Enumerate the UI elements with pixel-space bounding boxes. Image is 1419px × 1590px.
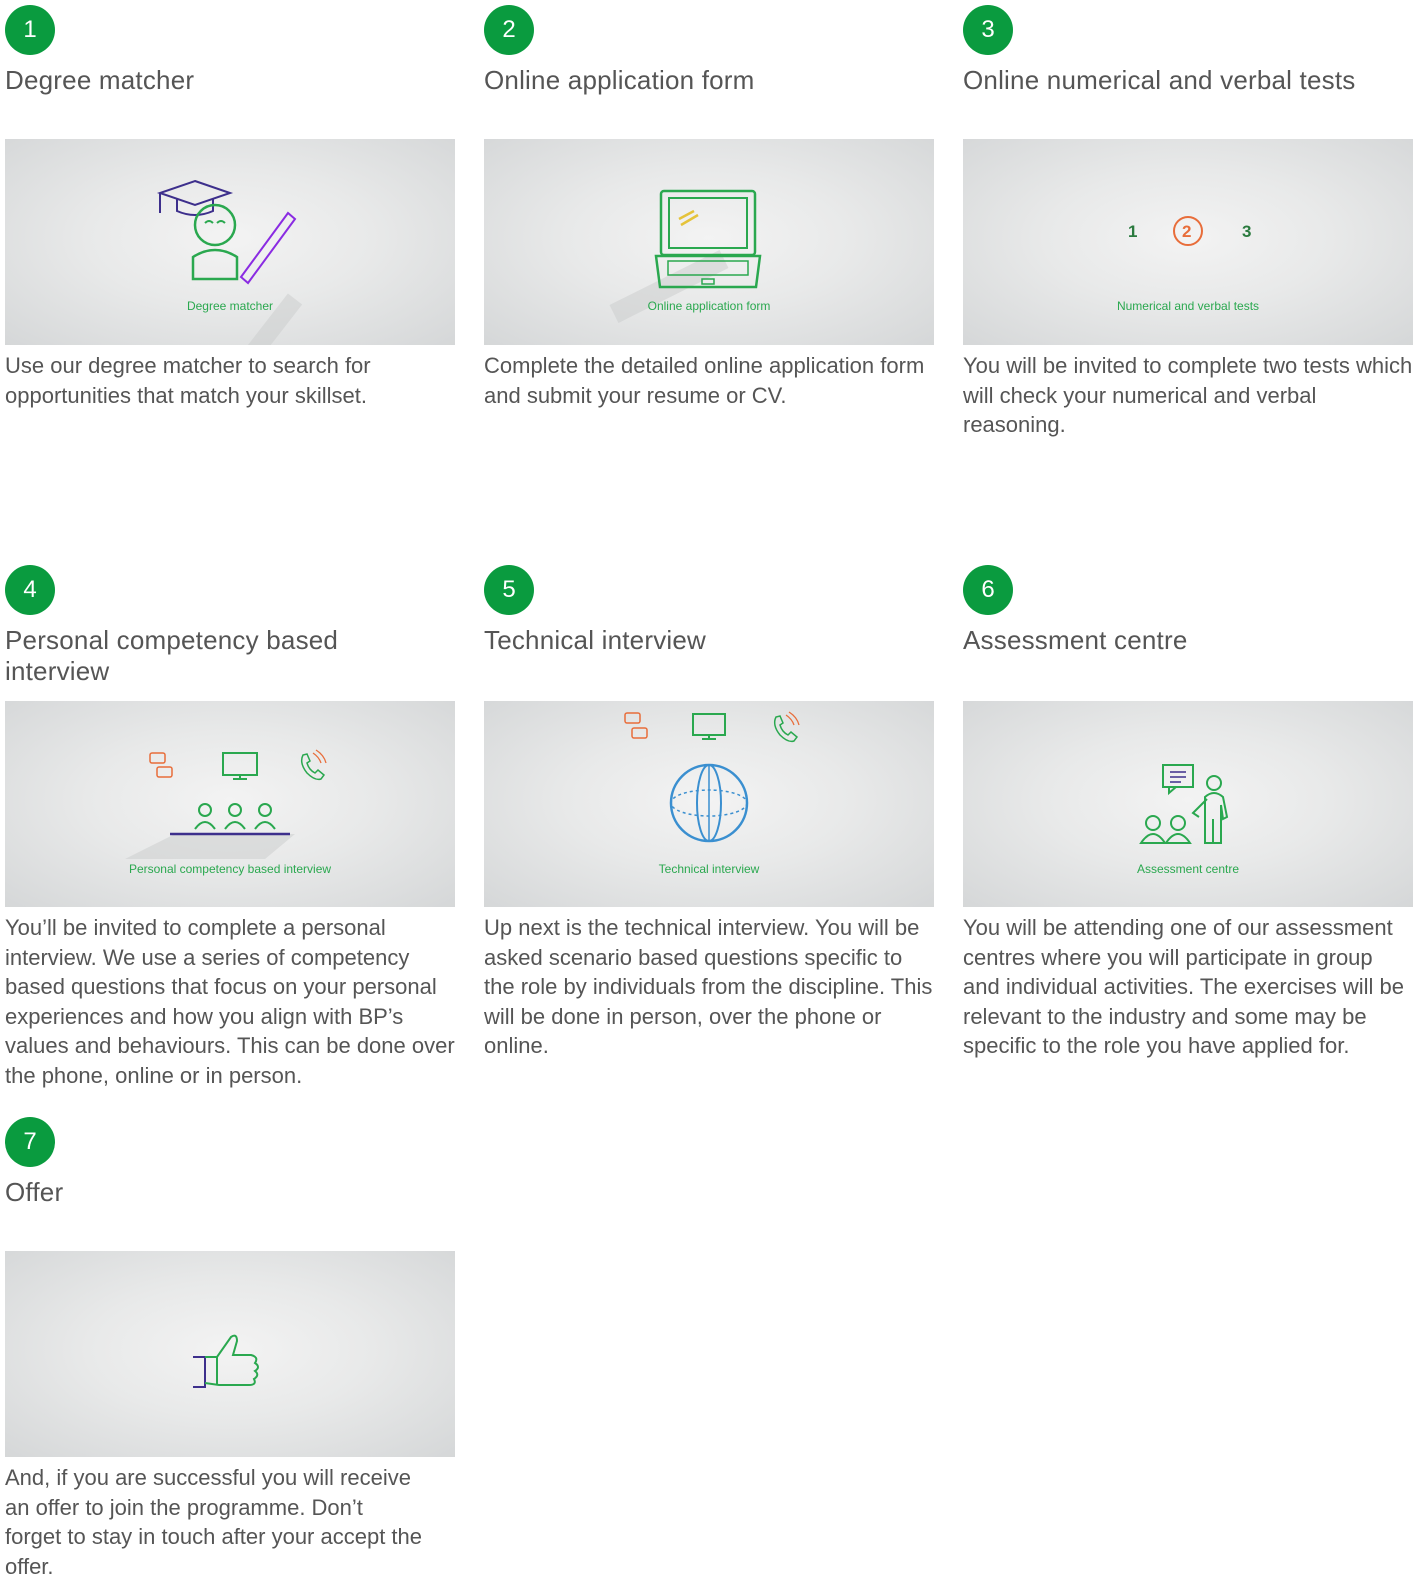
step-number-badge: 4 [5,565,55,615]
step-7: 7 Offer And, if you are successful you w… [5,1117,455,1587]
laptop-icon [609,189,762,323]
step-description: You will be attending one of our assessm… [963,915,1405,1058]
step-title: Technical interview [484,625,707,655]
step-description: You will be invited to complete two test… [963,353,1413,437]
numbers-icon: 1 2 3 [1128,216,1251,246]
image-caption: Online application form [647,299,771,313]
step-title: Online application form [484,65,755,95]
step-2: 2 Online application form Online applica… [484,5,934,425]
step-number-badge: 7 [5,1117,55,1167]
step-6: 6 Assessment centre Assessment centre Yo… [963,565,1413,1095]
step-image[interactable]: Online application form [484,139,934,345]
step-1: 1 Degree matcher Degree matcher Use our … [5,5,455,425]
step-4: 4 Personal competency based interview Pe… [5,565,455,1095]
step-number-badge: 5 [484,565,534,615]
step-image[interactable]: 1 2 3 Numerical and verbal tests [963,139,1413,345]
interview-panel-icon [125,749,327,859]
step-number-badge: 6 [963,565,1013,615]
step-title: Degree matcher [5,65,195,95]
step-image[interactable]: Personal competency based interview [5,701,455,907]
test-number-2: 2 [1182,222,1191,241]
image-caption: Numerical and verbal tests [1116,299,1260,313]
step-3: 3 Online numerical and verbal tests 1 2 … [963,5,1413,445]
step-title: Online numerical and verbal tests [963,65,1356,95]
step-description: Use our degree matcher to search for opp… [5,353,371,408]
image-caption: Degree matcher [186,299,274,313]
step-5: 5 Technical interview Technical intervie… [484,565,934,1065]
test-number-1: 1 [1128,222,1137,241]
step-title: Offer [5,1177,64,1207]
test-number-3: 3 [1242,222,1251,241]
globe-icon [624,711,800,843]
step-description: You’ll be invited to complete a personal… [5,915,455,1088]
thumbs-up-icon [193,1334,259,1388]
graduate-icon [156,179,303,345]
step-image[interactable]: Technical interview [484,701,934,907]
step-title: Personal competency based interview [5,625,339,686]
step-description: Complete the detailed online application… [484,353,925,408]
image-caption: Personal competency based interview [128,862,332,876]
presenter-icon [1139,764,1229,844]
step-title: Assessment centre [963,625,1188,655]
step-number-badge: 2 [484,5,534,55]
image-caption: Technical interview [658,862,760,876]
image-caption: Assessment centre [1136,862,1240,876]
step-number-badge: 1 [5,5,55,55]
step-image[interactable]: Degree matcher [5,139,455,345]
step-description: Up next is the technical interview. You … [484,915,933,1058]
step-image[interactable] [5,1251,455,1457]
step-image[interactable]: Assessment centre [963,701,1413,907]
step-number-badge: 3 [963,5,1013,55]
step-description: And, if you are successful you will rece… [5,1465,423,1579]
